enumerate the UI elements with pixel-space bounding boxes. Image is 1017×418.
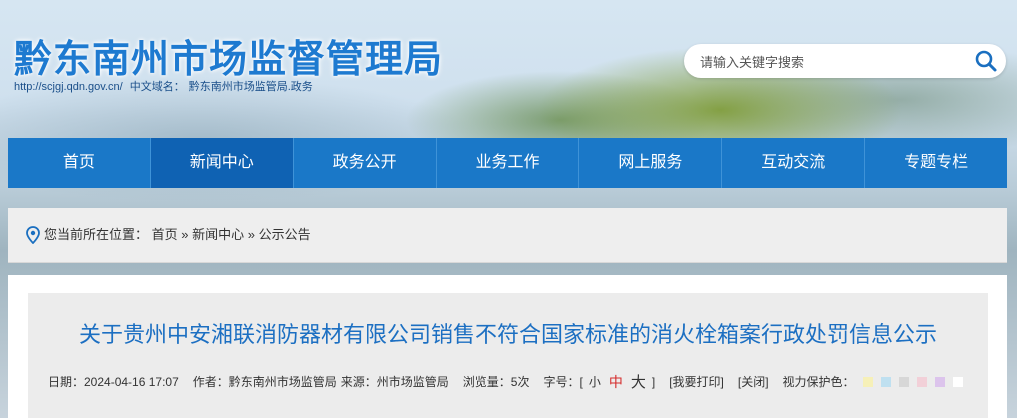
font-size-label: 字号：[ [543, 375, 583, 389]
swatch-yellow[interactable] [862, 376, 873, 387]
article-header: 关于贵州中安湘联消防器材有限公司销售不符合国家标准的消火栓箱案行政处罚信息公示 … [28, 293, 988, 418]
site-url-line: http://scjgj.qdn.gov.cn/ 中文域名： 黔东南州市场监管局.… [14, 78, 317, 94]
print-link[interactable]: [我要打印] [669, 373, 724, 390]
article-source: 来源：州市场监管局 [340, 375, 449, 389]
article-meta: 日期：2024-04-16 17:07 作者：黔东南州市场监管局 来源：州市场监… [48, 371, 963, 392]
nav-item-interaction[interactable]: 互动交流 [722, 138, 866, 188]
swatch-purple[interactable] [934, 376, 945, 387]
eye-care-label: 视力保护色： [782, 375, 855, 389]
nav-item-news[interactable]: 新闻中心 [150, 138, 294, 188]
breadcrumb-notices[interactable]: 公示公告 [259, 227, 311, 242]
font-size-large[interactable]: 大 [631, 371, 646, 392]
breadcrumb-separator: » [247, 227, 256, 242]
breadcrumb-prefix: 您当前所在位置： [44, 227, 149, 242]
nav-item-business[interactable]: 业务工作 [437, 138, 580, 188]
nav-item-home[interactable]: 首页 [8, 138, 151, 188]
search-input[interactable] [698, 51, 962, 73]
swatch-pink[interactable] [916, 376, 927, 387]
font-size-close: ] [651, 374, 656, 389]
nav-item-topics[interactable]: 专题专栏 [865, 138, 1007, 188]
breadcrumb-news[interactable]: 新闻中心 [192, 227, 244, 242]
breadcrumb-text: 您当前所在位置： 首页 » 新闻中心 » 公示公告 [44, 208, 311, 262]
main-nav: 首页 新闻中心 政务公开 业务工作 网上服务 互动交流 专题专栏 [8, 138, 1007, 188]
search-icon[interactable] [974, 49, 998, 73]
close-link[interactable]: [关闭] [738, 373, 769, 390]
breadcrumb-home[interactable]: 首页 [152, 227, 178, 242]
article-title: 关于贵州中安湘联消防器材有限公司销售不符合国家标准的消火栓箱案行政处罚信息公示 [78, 323, 937, 348]
nav-item-gov-affairs[interactable]: 政务公开 [294, 138, 437, 188]
cn-domain-label: 中文域名： [129, 81, 185, 93]
nav-item-online-service[interactable]: 网上服务 [579, 138, 723, 188]
article-author: 作者：黔东南州市场监管局 [192, 375, 337, 389]
breadcrumb-separator: » [181, 227, 189, 242]
content-panel: 关于贵州中安湘联消防器材有限公司销售不符合国家标准的消火栓箱案行政处罚信息公示 … [8, 275, 1007, 418]
font-size-small[interactable]: 小 [589, 373, 601, 390]
swatch-blue[interactable] [880, 376, 891, 387]
breadcrumb: 您当前所在位置： 首页 » 新闻中心 » 公示公告 [8, 208, 1007, 263]
font-size-medium[interactable]: 中 [609, 372, 623, 392]
swatch-white[interactable] [952, 376, 963, 387]
location-pin-icon [26, 226, 40, 244]
article-views: 浏览量：5次 [462, 375, 530, 389]
site-url[interactable]: http://scjgj.qdn.gov.cn/ [14, 81, 123, 93]
search-box [684, 44, 1006, 78]
site-title: 黔东南州市场监督管理局 [14, 37, 444, 81]
cn-domain[interactable]: 黔东南州市场监管局.政务 [189, 81, 313, 93]
article-date: 日期：2024-04-16 17:07 [48, 375, 179, 389]
swatch-gray[interactable] [898, 376, 909, 387]
